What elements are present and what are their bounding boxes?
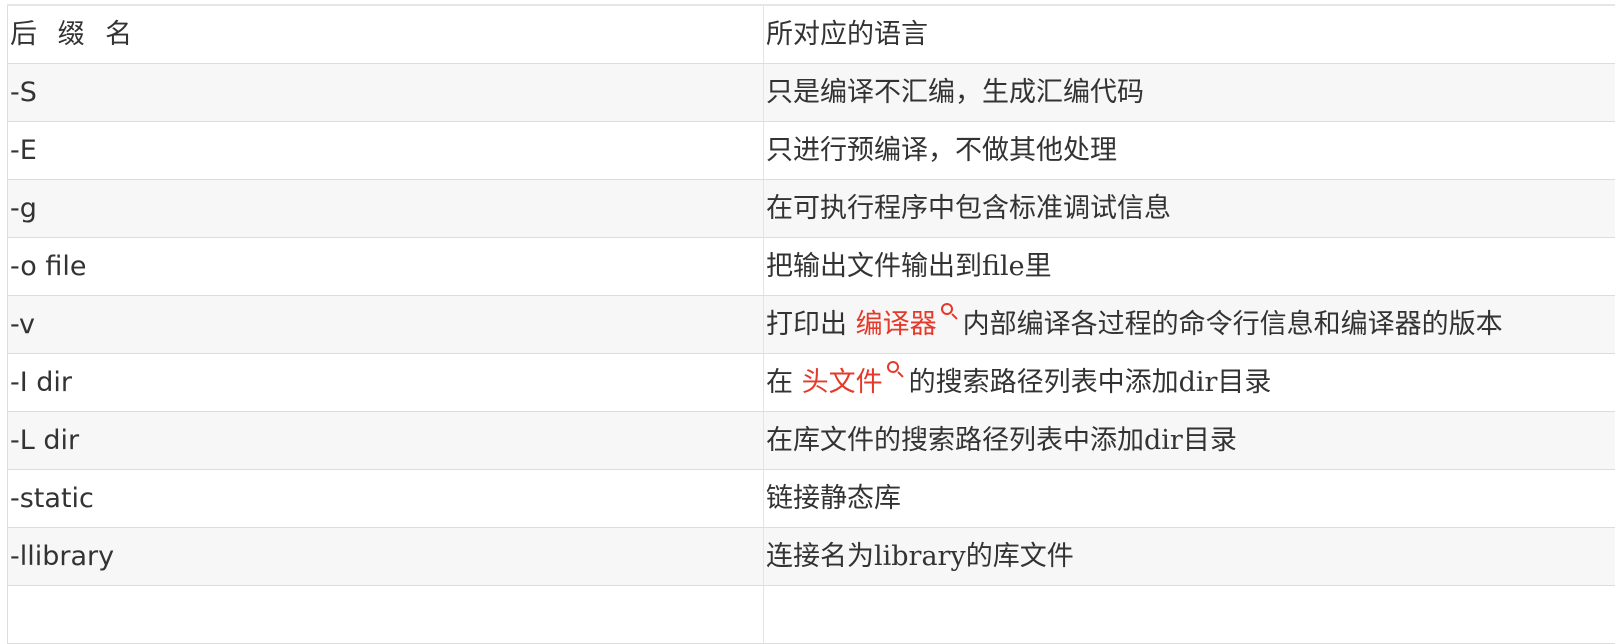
description-cell: 在可执行程序中包含标准调试信息 xyxy=(764,180,1615,238)
option-cell: -o file xyxy=(8,238,764,296)
compiler-link[interactable]: 编译器 xyxy=(856,309,937,340)
option-cell: -E xyxy=(8,122,764,180)
table-row: -g 在可执行程序中包含标准调试信息 xyxy=(8,180,1615,238)
options-table-container: 后 缀 名 所对应的语言 -S 只是编译不汇编，生成汇编代码 -E 只进行预编译… xyxy=(7,4,1615,644)
option-cell: -v xyxy=(8,296,764,354)
description-cell: 在库文件的搜索路径列表中添加dir目录 xyxy=(764,412,1615,470)
description-suffix: 的搜索路径列表中添加dir目录 xyxy=(909,367,1272,398)
description-cell xyxy=(764,586,1615,644)
option-cell: -I dir xyxy=(8,354,764,412)
option-cell: -g xyxy=(8,180,764,238)
table-row: -S 只是编译不汇编，生成汇编代码 xyxy=(8,64,1615,122)
option-cell: -static xyxy=(8,470,764,528)
search-icon[interactable] xyxy=(885,359,905,381)
header-suffix: 后 缀 名 xyxy=(8,5,764,64)
table-header-row: 后 缀 名 所对应的语言 xyxy=(8,5,1615,64)
table-row: -v 打印出 编译器内部编译各过程的命令行信息和编译器的版本 xyxy=(8,296,1615,354)
option-cell: -llibrary xyxy=(8,528,764,586)
description-cell: 连接名为library的库文件 xyxy=(764,528,1615,586)
description-cell: 把输出文件输出到file里 xyxy=(764,238,1615,296)
description-cell: 在 头文件的搜索路径列表中添加dir目录 xyxy=(764,354,1615,412)
header-file-link[interactable]: 头文件 xyxy=(802,367,883,398)
table-row-empty xyxy=(8,586,1615,644)
table-row: -E 只进行预编译，不做其他处理 xyxy=(8,122,1615,180)
description-prefix: 在 xyxy=(766,367,802,398)
table-row: -I dir 在 头文件的搜索路径列表中添加dir目录 xyxy=(8,354,1615,412)
option-cell: -L dir xyxy=(8,412,764,470)
search-icon[interactable] xyxy=(939,301,959,323)
option-cell xyxy=(8,586,764,644)
description-prefix: 打印出 xyxy=(766,309,856,340)
option-cell: -S xyxy=(8,64,764,122)
description-cell: 链接静态库 xyxy=(764,470,1615,528)
description-cell: 只进行预编译，不做其他处理 xyxy=(764,122,1615,180)
description-cell: 打印出 编译器内部编译各过程的命令行信息和编译器的版本 xyxy=(764,296,1615,354)
table-row: -L dir 在库文件的搜索路径列表中添加dir目录 xyxy=(8,412,1615,470)
table-row: -o file 把输出文件输出到file里 xyxy=(8,238,1615,296)
header-language: 所对应的语言 xyxy=(764,5,1615,64)
description-suffix: 内部编译各过程的命令行信息和编译器的版本 xyxy=(963,309,1503,340)
description-cell: 只是编译不汇编，生成汇编代码 xyxy=(764,64,1615,122)
table-row: -llibrary 连接名为library的库文件 xyxy=(8,528,1615,586)
gcc-options-table: 后 缀 名 所对应的语言 -S 只是编译不汇编，生成汇编代码 -E 只进行预编译… xyxy=(7,4,1615,644)
table-row: -static 链接静态库 xyxy=(8,470,1615,528)
